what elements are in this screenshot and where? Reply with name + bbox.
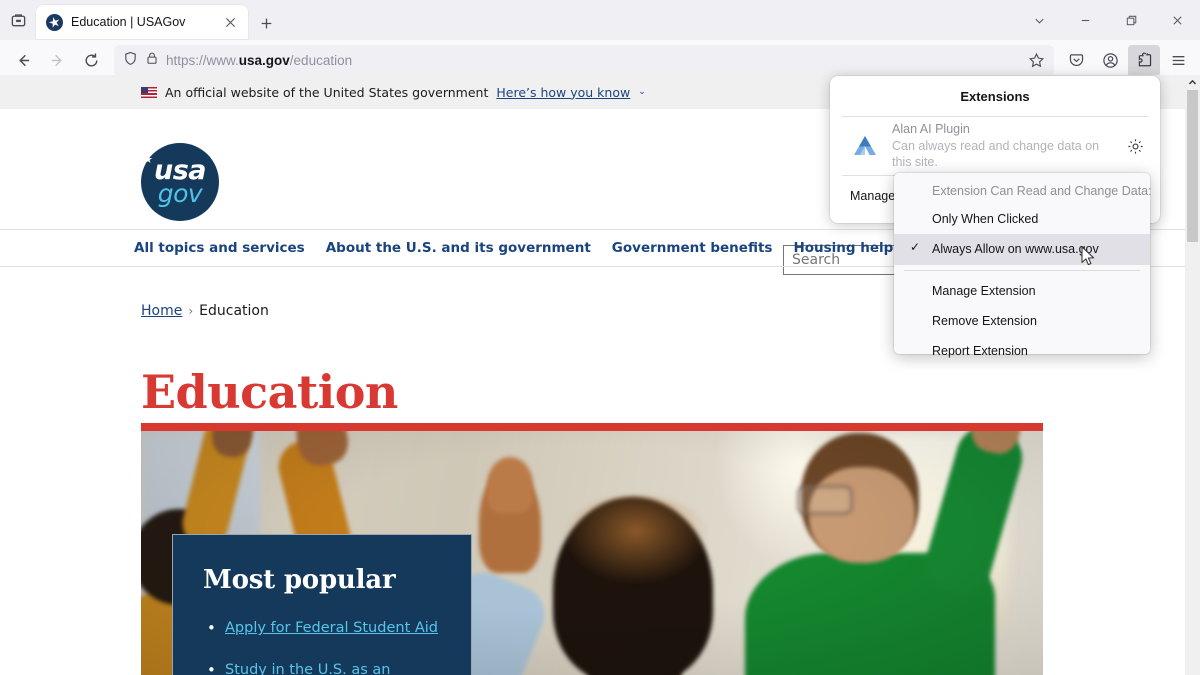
reload-button[interactable] (74, 45, 108, 77)
close-window-button[interactable] (1154, 0, 1200, 40)
new-tab-button[interactable] (254, 11, 278, 35)
forward-button[interactable] (40, 45, 74, 77)
shield-icon[interactable] (123, 51, 138, 71)
nav-housing-help[interactable]: Housing help (793, 240, 893, 256)
close-tab-icon[interactable] (218, 10, 242, 34)
breadcrumb: Home › Education (141, 303, 269, 319)
maximize-button[interactable] (1108, 0, 1154, 40)
menu-item-label: Report Extension (932, 344, 1028, 358)
menu-item-label: Remove Extension (932, 313, 1037, 328)
tab-title: Education | USAGov (71, 15, 186, 29)
scroll-up-arrow-icon[interactable] (1185, 75, 1200, 90)
usagov-logo[interactable]: usa gov (141, 143, 219, 221)
browser-tab[interactable]: Education | USAGov (36, 5, 248, 39)
nav-government-benefits[interactable]: Government benefits (612, 240, 773, 256)
menu-item-remove-extension[interactable]: Remove Extension (894, 306, 1150, 336)
extensions-puzzle-icon[interactable] (1128, 44, 1160, 77)
extension-row-alan-ai[interactable]: Alan AI Plugin Can always read and chang… (830, 117, 1160, 175)
toolbar-right-icons (1060, 44, 1194, 77)
checkmark-icon: ✓ (910, 240, 921, 255)
tab-favicon-usagov (46, 13, 63, 31)
hamburger-menu-icon[interactable] (1162, 45, 1194, 77)
mouse-cursor (1081, 246, 1097, 273)
scrollbar-thumb[interactable] (1187, 90, 1198, 242)
most-popular-list: Apply for Federal Student Aid Study in t… (203, 616, 443, 675)
breadcrumb-current: Education (199, 303, 269, 319)
menu-item-only-when-clicked[interactable]: Only When Clicked (894, 204, 1150, 234)
context-menu-separator (904, 269, 1140, 271)
chevron-down-icon[interactable]: ⌄ (638, 87, 646, 97)
logo-usa-text: usa (143, 155, 207, 184)
menu-item-always-allow-on-www-usa-gov[interactable]: ✓ Always Allow on www.usa.gov (894, 234, 1150, 265)
list-item: Apply for Federal Student Aid (203, 616, 443, 641)
heres-how-you-know-link[interactable]: Here’s how you know (496, 85, 630, 100)
extension-description: Can always read and change data on this … (892, 138, 1100, 170)
save-to-pocket-icon[interactable] (1060, 45, 1092, 77)
list-item: Study in the U.S. as an international st… (203, 658, 443, 675)
logo-gov-text: gov (157, 178, 203, 208)
lock-icon[interactable] (145, 51, 159, 70)
page-title: Education (141, 365, 398, 419)
breadcrumb-home-link[interactable]: Home (141, 303, 182, 319)
extension-context-menu: Extension Can Read and Change Data: Only… (894, 173, 1152, 358)
title-underline-rule (141, 423, 1043, 431)
browser-window: Education | USAGov https://www.usa.gov/e… (0, 0, 1200, 675)
menu-item-label: Manage Extension (932, 283, 1036, 298)
nav-all-topics-and-services[interactable]: All topics and services (134, 240, 305, 256)
extensions-panel-title: Extensions (960, 88, 1030, 104)
menu-item-label: Always Allow on www.usa.gov (932, 242, 1099, 257)
link-study-in-us-international-student[interactable]: Study in the U.S. as an international st… (225, 662, 390, 675)
breadcrumb-separator: › (188, 304, 194, 318)
alan-ai-logo-icon (850, 131, 880, 161)
url-text: https://www.usa.gov/education (166, 53, 353, 68)
gov-banner-text: An official website of the United States… (165, 84, 489, 100)
menu-item-report-extension[interactable]: Report Extension (894, 336, 1150, 366)
nav-about-the-us[interactable]: About the U.S. and its government (326, 240, 591, 256)
extension-info: Alan AI Plugin Can always read and chang… (892, 121, 1108, 172)
link-apply-federal-student-aid[interactable]: Apply for Federal Student Aid (225, 620, 438, 636)
tab-strip: Education | USAGov (0, 0, 1200, 40)
page-scrollbar[interactable] (1185, 75, 1200, 675)
menu-item-manage-extension[interactable]: Manage Extension (894, 276, 1150, 306)
gear-icon[interactable] (1120, 131, 1150, 161)
minimize-button[interactable] (1062, 0, 1108, 40)
account-icon[interactable] (1094, 45, 1126, 77)
extension-name: Alan AI Plugin (892, 121, 970, 136)
back-button[interactable] (6, 45, 40, 77)
most-popular-heading: Most popular (203, 565, 396, 595)
restore-down-button[interactable] (1016, 0, 1062, 40)
all-tabs-icon[interactable] (0, 0, 36, 40)
context-menu-header: Extension Can Read and Change Data: (932, 184, 1152, 198)
bookmark-star-icon[interactable] (1028, 52, 1045, 69)
us-flag-icon (141, 86, 157, 98)
menu-item-label: Only When Clicked (932, 212, 1039, 226)
most-popular-card: Most popular Apply for Federal Student A… (172, 534, 472, 675)
window-controls (1016, 0, 1200, 40)
url-bar[interactable]: https://www.usa.gov/education (114, 44, 1054, 77)
